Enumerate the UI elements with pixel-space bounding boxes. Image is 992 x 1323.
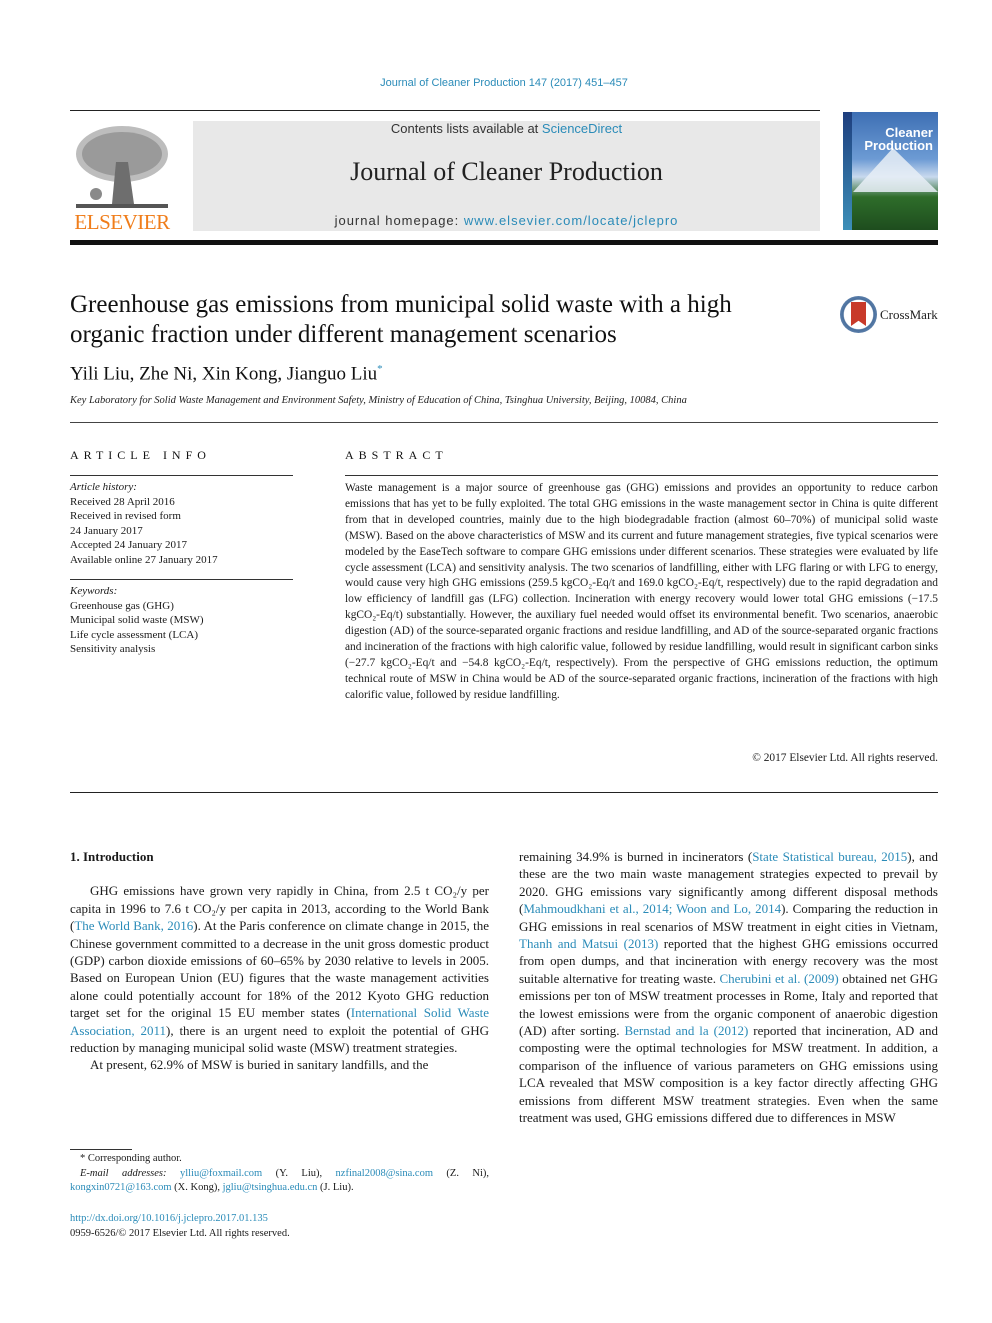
divider xyxy=(345,475,938,476)
keyword-item: Greenhouse gas (GHG) xyxy=(70,599,174,612)
history-label: Article history: xyxy=(70,481,137,493)
email-addresses: E-mail addresses: ylliu@foxmail.com (Y. … xyxy=(70,1167,489,1196)
elsevier-tree-icon xyxy=(76,126,168,208)
corresponding-author-note: * Corresponding author. xyxy=(80,1153,182,1164)
homepage-line: journal homepage: www.elsevier.com/locat… xyxy=(193,213,820,228)
keywords: Keywords: Greenhouse gas (GHG) Municipal… xyxy=(70,584,293,657)
article-history: Article history: Received 28 April 2016 … xyxy=(70,480,293,567)
citation-link[interactable]: State Statistical bureau, 2015 xyxy=(752,849,907,864)
history-item: Accepted 24 January 2017 xyxy=(70,539,187,551)
divider xyxy=(70,792,938,793)
keyword-item: Sensitivity analysis xyxy=(70,643,156,655)
paragraph: remaining 34.9% is burned in incinerator… xyxy=(519,848,938,1127)
divider xyxy=(70,579,293,580)
abstract-copyright: © 2017 Elsevier Ltd. All rights reserved… xyxy=(752,752,938,764)
citation-link[interactable]: Thanh and Matsui (2013) xyxy=(519,936,658,951)
issn-copyright: 0959-6526/© 2017 Elsevier Ltd. All right… xyxy=(70,1228,290,1239)
journal-name: Journal of Cleaner Production xyxy=(350,157,663,186)
crossmark-label: CrossMark xyxy=(880,307,938,322)
history-item: Available online 27 January 2017 xyxy=(70,553,218,566)
article-title: Greenhouse gas emissions from municipal … xyxy=(70,291,732,348)
journal-homepage-link[interactable]: www.elsevier.com/locate/jclepro xyxy=(464,213,679,228)
cover-strip xyxy=(843,112,852,230)
crossmark-ribbon xyxy=(851,302,866,326)
cover-mountain xyxy=(853,148,938,192)
corresponding-author-marker[interactable]: * xyxy=(377,363,383,375)
text: remaining 34.9% is burned in incinerator… xyxy=(519,849,753,864)
paragraph: At present, 62.9% of MSW is buried in sa… xyxy=(90,1057,429,1073)
abstract-text: Waste management is a major source of gr… xyxy=(345,482,938,701)
sciencedirect-link[interactable]: ScienceDirect xyxy=(542,121,622,136)
article-info-heading: ARTICLE INFO xyxy=(70,448,211,462)
contents-prefix: Contents lists available at xyxy=(390,121,542,136)
section-heading-introduction: 1. Introduction xyxy=(70,849,154,864)
keyword-item: Life cycle assessment (LCA) xyxy=(70,628,198,641)
crossmark-icon xyxy=(840,296,877,333)
body-column-left: 1. Introduction GHG emissions have grown… xyxy=(70,848,489,1074)
footnote: * Corresponding author. E-mail addresses… xyxy=(70,1152,489,1196)
journal-cover-image[interactable]: Cleaner Production xyxy=(843,112,938,230)
header-top-rule xyxy=(70,110,820,111)
author-list: Yili Liu, Zhe Ni, Xin Kong, Jianguo Liu* xyxy=(70,363,383,385)
history-item: 24 January 2017 xyxy=(70,524,143,537)
doi-block: http://dx.doi.org/10.1016/j.jclepro.2017… xyxy=(70,1211,290,1241)
affiliation: Key Laboratory for Solid Waste Managemen… xyxy=(70,395,687,406)
email-link[interactable]: nzfinal2008@sina.com xyxy=(336,1168,433,1179)
paragraph: GHG emissions have grown very rapidly in… xyxy=(70,882,489,1056)
history-item: Received 28 April 2016 xyxy=(70,495,175,508)
email-link[interactable]: jgliu@tsinghua.edu.cn xyxy=(223,1182,318,1193)
elsevier-logo[interactable]: ELSEVIER xyxy=(70,122,174,234)
history-item: Received in revised form xyxy=(70,510,181,522)
footnote-rule xyxy=(70,1149,132,1150)
body-column-right: remaining 34.9% is burned in incinerator… xyxy=(519,848,938,1127)
email-owner: (J. Liu). xyxy=(317,1182,354,1193)
email-label: E-mail addresses: xyxy=(80,1167,180,1179)
keyword-item: Municipal solid waste (MSW) xyxy=(70,614,204,626)
cover-title-line2: Production xyxy=(864,138,933,153)
header-thick-rule xyxy=(70,240,938,245)
cover-title: Cleaner Production xyxy=(864,126,933,152)
email-owner: (X. Kong), xyxy=(171,1182,223,1193)
email-owner: (Z. Ni), xyxy=(433,1167,489,1179)
email-link[interactable]: kongxin0721@163.com xyxy=(70,1182,172,1193)
homepage-prefix: journal homepage: xyxy=(334,213,464,228)
citation-link[interactable]: Bernstad and la (2012) xyxy=(624,1023,748,1038)
divider xyxy=(70,475,293,476)
divider xyxy=(70,422,938,423)
email-owner: (Y. Liu), xyxy=(262,1167,336,1179)
citation-link[interactable]: Cherubini et al. (2009) xyxy=(720,971,839,986)
crossmark-button[interactable]: CrossMark xyxy=(840,296,940,336)
contents-line: Contents lists available at ScienceDirec… xyxy=(193,121,820,136)
text: reported that incineration, AD and compo… xyxy=(519,1023,938,1126)
citation-link[interactable]: Mahmoudkhani et al., 2014; Woon and Lo, … xyxy=(523,901,781,916)
elsevier-wordmark: ELSEVIER xyxy=(74,210,170,234)
abstract-heading: ABSTRACT xyxy=(345,448,448,462)
journal-header-band: Contents lists available at ScienceDirec… xyxy=(193,121,820,231)
email-link[interactable]: ylliu@foxmail.com xyxy=(180,1168,262,1179)
journal-reference-link[interactable]: Journal of Cleaner Production 147 (2017)… xyxy=(0,77,992,89)
keywords-label: Keywords: xyxy=(70,585,118,597)
citation-link[interactable]: The World Bank, 2016 xyxy=(74,918,193,933)
authors-text: Yili Liu, Zhe Ni, Xin Kong, Jianguo Liu xyxy=(70,363,378,385)
doi-link[interactable]: http://dx.doi.org/10.1016/j.jclepro.2017… xyxy=(70,1211,290,1226)
